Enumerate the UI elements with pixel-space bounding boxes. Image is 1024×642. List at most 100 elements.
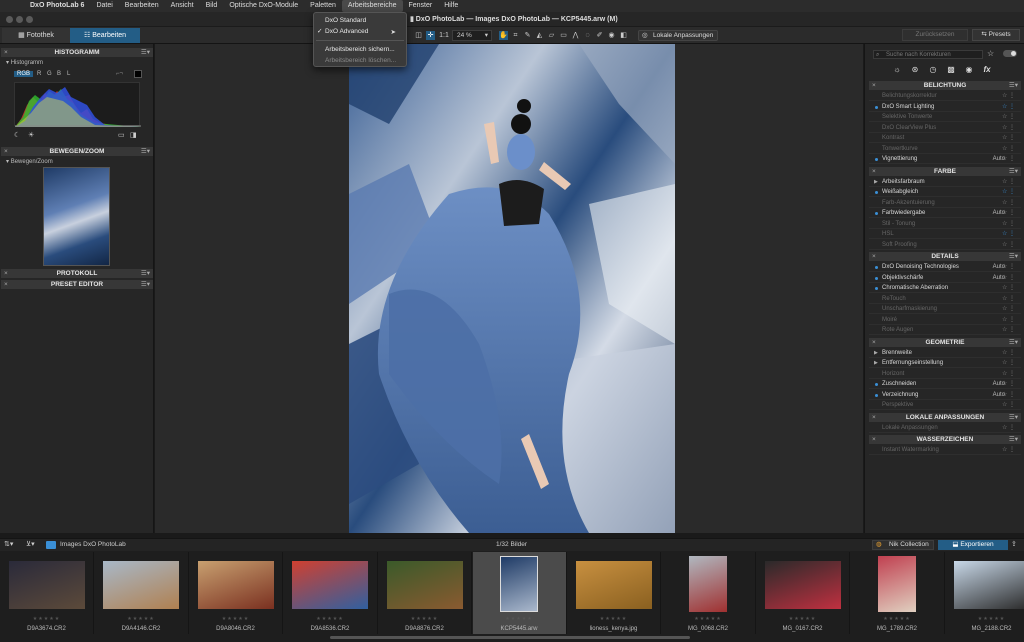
panel-menu-icon[interactable]: ☰▾ (1009, 338, 1018, 347)
share-icon[interactable]: ⇪ (1011, 540, 1017, 548)
presets-button[interactable]: ⇆ Presets (972, 29, 1020, 41)
perspective-icon[interactable]: ▱ (547, 31, 556, 40)
filmstrip-scrollbar[interactable] (330, 636, 690, 639)
filmstrip-item[interactable]: ★★★★★ MG_1789.CR2 (851, 552, 945, 634)
close-icon[interactable]: × (872, 252, 876, 261)
geometry-icon[interactable]: ▩ (945, 65, 957, 75)
perspective-rect-icon[interactable]: ▭ (559, 31, 568, 40)
filmpack-icon[interactable]: ◉ (963, 65, 975, 75)
favorite-star-icon[interactable]: ☆ ⋮ (1002, 187, 1015, 197)
menu-datei[interactable]: Datei (90, 0, 118, 12)
favorite-star-icon[interactable]: ☆ ⋮ (1002, 219, 1015, 229)
filmstrip-item[interactable]: ★★★★★ MG_2188.CR2 (945, 552, 1024, 634)
close-icon[interactable]: × (4, 147, 8, 156)
favorite-star-icon[interactable]: ☆ ⋮ (1002, 423, 1015, 433)
sun-icon[interactable]: ☀ (28, 131, 34, 139)
favorite-star-icon[interactable]: ☆ ⋮ (1002, 177, 1015, 187)
favorite-star-icon[interactable]: ☆ ⋮ (1002, 198, 1015, 208)
close-icon[interactable]: × (872, 435, 876, 444)
main-photo[interactable] (349, 44, 675, 533)
tab-bearbeiten[interactable]: ☷ Bearbeiten (70, 28, 140, 43)
correction-item[interactable]: DxO ClearView Plus ☆ ⋮ (869, 123, 1021, 133)
close-icon[interactable]: × (872, 81, 876, 90)
menu-arbeitsbereiche[interactable]: Arbeitsbereiche (341, 0, 403, 12)
section-header-details[interactable]: × DETAILS ☰▾ (869, 252, 1021, 261)
favorite-star-icon[interactable]: ☆ ⋮ (1002, 283, 1015, 293)
horizon-icon[interactable]: ◭ (535, 31, 544, 40)
clipping-icon[interactable]: ⌐¬ (116, 71, 123, 77)
close-icon[interactable]: × (872, 338, 876, 347)
rating-stars[interactable]: ★★★★★ (473, 616, 566, 622)
filmstrip-item[interactable]: ★★★★★ MG_0068.CR2 (662, 552, 756, 634)
favorite-star-icon[interactable]: ☆ ⋮ (1002, 400, 1015, 410)
channel-l[interactable]: L (67, 71, 70, 77)
channel-g[interactable]: G (47, 71, 52, 77)
favorite-star-icon[interactable]: ☆ ⋮ (1002, 445, 1015, 455)
expand-icon[interactable]: ▶ (874, 358, 878, 368)
correction-item[interactable]: Weißabgleich ☆ ⋮ (869, 187, 1021, 197)
correction-item[interactable]: Rote Augen ☆ ⋮ (869, 325, 1021, 335)
preset-editor-header[interactable]: × PRESET EDITOR ☰▾ (1, 280, 153, 289)
expand-icon[interactable]: ▶ (874, 348, 878, 358)
correction-item[interactable]: Farb-Akzentuierung ☆ ⋮ (869, 198, 1021, 208)
rating-stars[interactable]: ★★★★★ (851, 616, 944, 622)
favorite-star-icon[interactable]: ☆ ⋮ (1002, 208, 1015, 218)
close-icon[interactable]: × (872, 413, 876, 422)
correction-item[interactable]: Soft Proofing ☆ ⋮ (869, 240, 1021, 250)
favorite-star-icon[interactable]: ☆ ⋮ (1002, 315, 1015, 325)
monitor-icon[interactable]: ▭ (118, 131, 125, 139)
channel-r[interactable]: R (37, 71, 41, 77)
channel-b[interactable]: B (57, 71, 61, 77)
rating-stars[interactable]: ★★★★★ (95, 616, 188, 622)
favorite-star-icon[interactable]: ☆ ⋮ (1002, 229, 1015, 239)
fit-icon[interactable]: ✛ (426, 31, 435, 40)
toggle-switch[interactable] (1003, 50, 1017, 57)
sort-icon[interactable]: ⇅▾ (4, 540, 13, 548)
panel-menu-icon[interactable]: ☰▾ (1009, 167, 1018, 176)
correction-item[interactable]: Farbwiedergabe Auto ☆ ⋮ (869, 208, 1021, 218)
panel-menu-icon[interactable]: ☰▾ (1009, 252, 1018, 261)
reset-button[interactable]: Zurücksetzen (902, 29, 968, 41)
close-icon[interactable]: × (872, 167, 876, 176)
details-icon[interactable]: ◷ (927, 65, 939, 75)
clipping-swatch[interactable] (134, 70, 142, 78)
filmstrip-item[interactable]: ★★★★★ D9A3674.CR2 (0, 552, 94, 634)
correction-item[interactable]: Verzeichnung Auto ☆ ⋮ (869, 390, 1021, 400)
panel-menu-icon[interactable]: ☰▾ (1009, 81, 1018, 90)
correction-item[interactable]: Tonwertkurve ☆ ⋮ (869, 144, 1021, 154)
navigator-thumbnail[interactable] (43, 167, 110, 266)
rating-stars[interactable]: ★★★★★ (284, 616, 377, 622)
correction-item[interactable]: HSL ☆ ⋮ (869, 229, 1021, 239)
menu-ansicht[interactable]: Ansicht (165, 0, 200, 12)
correction-item[interactable]: Unscharfmaskierung ☆ ⋮ (869, 304, 1021, 314)
favorite-star-icon[interactable]: ☆ ⋮ (1002, 325, 1015, 335)
hand-tool-icon[interactable]: ✋ (499, 31, 508, 40)
retouch-icon[interactable]: ◌ (583, 31, 592, 40)
filter-icon[interactable]: ⊻▾ (26, 540, 35, 548)
search-corrections-input[interactable]: ⌕ Suche nach Korrekturen (873, 50, 983, 59)
rating-stars[interactable]: ★★★★★ (378, 616, 471, 622)
panel-menu-icon[interactable]: ☰▾ (141, 269, 150, 278)
correction-item[interactable]: ▶ Entfernungseinstellung ☆ ⋮ (869, 358, 1021, 368)
filmstrip-item[interactable]: ★★★★★ KCP5445.arw (472, 552, 567, 634)
menu-item-dxo-standard[interactable]: DxO Standard (314, 15, 406, 26)
favorite-star-icon[interactable]: ☆ ⋮ (1002, 133, 1015, 143)
tab-fotothek[interactable]: ▦ Fotothek (2, 28, 70, 43)
panel-menu-icon[interactable]: ☰▾ (141, 48, 150, 57)
favorite-star-icon[interactable]: ☆ ⋮ (1002, 262, 1015, 272)
favorite-star-icon[interactable]: ☆ ⋮ (1002, 379, 1015, 389)
menu-hilfe[interactable]: Hilfe (438, 0, 464, 12)
favorite-star-icon[interactable]: ☆ ⋮ (1002, 91, 1015, 101)
correction-item[interactable]: Lokale Anpassungen ☆ ⋮ (869, 423, 1021, 433)
correction-item[interactable]: Chromatische Aberration ☆ ⋮ (869, 283, 1021, 293)
favorite-star-icon[interactable]: ☆ ⋮ (1002, 102, 1015, 112)
close-window-button[interactable] (6, 16, 13, 23)
correction-item[interactable]: Moiré ☆ ⋮ (869, 315, 1021, 325)
correction-item[interactable]: Kontrast ☆ ⋮ (869, 133, 1021, 143)
correction-item[interactable]: DxO Denoising Technologies Auto ☆ ⋮ (869, 262, 1021, 272)
favorite-star-icon[interactable]: ☆ ⋮ (1002, 358, 1015, 368)
history-header[interactable]: × PROTOKOLL ☰▾ (1, 269, 153, 278)
correction-item[interactable]: Zuschneiden Auto ☆ ⋮ (869, 379, 1021, 389)
expand-icon[interactable]: ▶ (874, 177, 878, 187)
filmstrip-item[interactable]: ★★★★★ D9A8046.CR2 (189, 552, 283, 634)
